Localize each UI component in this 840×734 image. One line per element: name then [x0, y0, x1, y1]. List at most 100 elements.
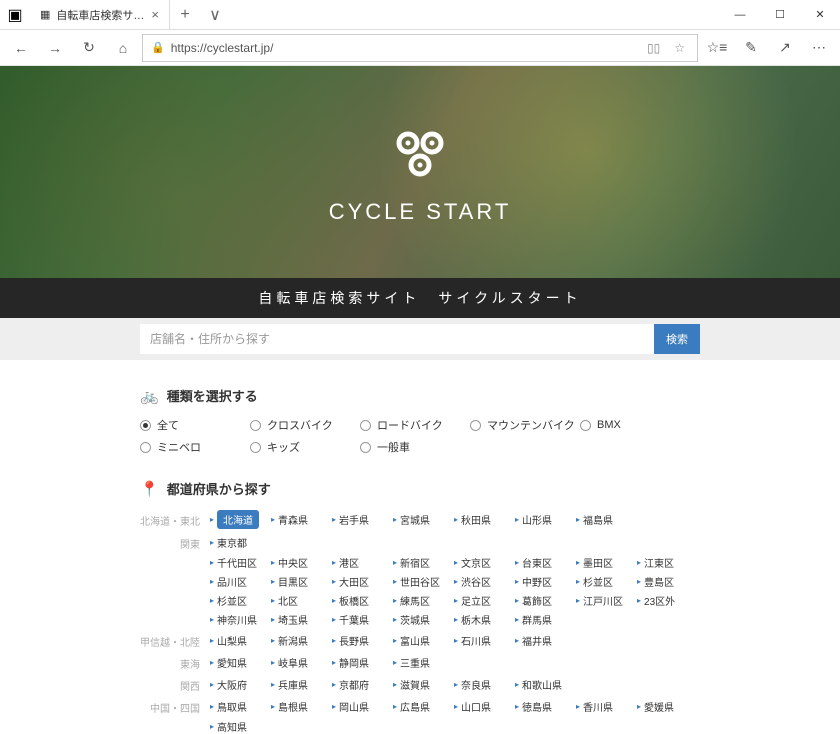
prefecture-link[interactable]: ▸千代田区	[210, 555, 271, 570]
back-button[interactable]: ←	[6, 33, 36, 63]
prefecture-link[interactable]: ▸高知県	[210, 719, 271, 734]
window-close-button[interactable]: ✕	[800, 0, 840, 30]
prefecture-link[interactable]: ▸徳島県	[515, 697, 576, 715]
prefecture-link[interactable]: ▸台東区	[515, 555, 576, 570]
prefecture-link[interactable]: ▸香川県	[576, 697, 637, 715]
prefecture-link[interactable]: ▸山形県	[515, 510, 576, 529]
prefecture-link[interactable]: ▸文京区	[454, 555, 515, 570]
prefecture-link[interactable]: ▸山梨県	[210, 631, 271, 649]
tab-overflow-icon[interactable]: ∨	[200, 5, 230, 25]
prefecture-link[interactable]: ▸葛飾区	[515, 593, 576, 608]
prefecture-link[interactable]: ▸和歌山県	[515, 675, 576, 693]
caret-icon: ▸	[210, 702, 214, 711]
prefecture-link[interactable]: ▸山口県	[454, 697, 515, 715]
prefecture-link[interactable]: ▸品川区	[210, 574, 271, 589]
prefecture-name: 杉並区	[583, 574, 613, 589]
prefecture-link[interactable]: ▸島根県	[271, 697, 332, 715]
browser-tab[interactable]: ▦ 自転車店検索サイト|サイ ×	[30, 0, 170, 30]
prefecture-link[interactable]: ▸石川県	[454, 631, 515, 649]
notes-button[interactable]: ✎	[736, 33, 766, 63]
prefecture-link[interactable]: ▸港区	[332, 555, 393, 570]
prefecture-link[interactable]: ▸愛媛県	[637, 697, 698, 715]
favorites-button[interactable]: ☆≡	[702, 33, 732, 63]
type-option[interactable]: 一般車	[360, 439, 470, 455]
home-button[interactable]: ⌂	[108, 33, 138, 63]
prefecture-link[interactable]: ▸足立区	[454, 593, 515, 608]
forward-button[interactable]: →	[40, 33, 70, 63]
prefecture-link[interactable]: ▸奈良県	[454, 675, 515, 693]
prefecture-link[interactable]: ▸茨城県	[393, 612, 454, 627]
prefecture-link[interactable]: ▸広島県	[393, 697, 454, 715]
prefecture-link[interactable]: ▸千葉県	[332, 612, 393, 627]
prefecture-link[interactable]: ▸江東区	[637, 555, 698, 570]
type-option[interactable]: 全て	[140, 417, 250, 433]
prefecture-link[interactable]: ▸青森県	[271, 510, 332, 529]
prefecture-link[interactable]: ▸世田谷区	[393, 574, 454, 589]
address-bar[interactable]: 🔒 https://cyclestart.jp/ ▯▯ ☆	[142, 34, 698, 62]
prefecture-link[interactable]: ▸埼玉県	[271, 612, 332, 627]
type-option[interactable]: ロードバイク	[360, 417, 470, 433]
prefecture-link[interactable]: ▸秋田県	[454, 510, 515, 529]
prefecture-link[interactable]: ▸三重県	[393, 653, 454, 671]
prefecture-link[interactable]: ▸杉並区	[576, 574, 637, 589]
window-maximize-button[interactable]: ☐	[760, 0, 800, 30]
prefecture-link[interactable]: ▸23区外	[637, 593, 698, 608]
search-input[interactable]	[140, 324, 654, 354]
close-tab-icon[interactable]: ×	[151, 7, 159, 22]
logo-icon	[384, 119, 456, 191]
reading-view-icon[interactable]: ▯▯	[643, 41, 664, 55]
prefecture-link[interactable]: ▸鳥取県	[210, 697, 271, 715]
prefecture-name: 東京都	[217, 535, 247, 550]
prefecture-list: ▸千代田区▸中央区▸港区▸新宿区▸文京区▸台東区▸墨田区▸江東区	[210, 555, 700, 570]
prefecture-link[interactable]: ▸兵庫県	[271, 675, 332, 693]
search-button[interactable]: 検索	[654, 324, 700, 354]
type-option[interactable]: クロスバイク	[250, 417, 360, 433]
prefecture-link[interactable]: ▸富山県	[393, 631, 454, 649]
prefecture-link[interactable]: ▸杉並区	[210, 593, 271, 608]
share-button[interactable]: ↗	[770, 33, 800, 63]
prefecture-list: ▸大阪府▸兵庫県▸京都府▸滋賀県▸奈良県▸和歌山県	[210, 675, 700, 693]
prefecture-link[interactable]: ▸愛知県	[210, 653, 271, 671]
prefecture-link[interactable]: ▸福井県	[515, 631, 576, 649]
prefecture-link[interactable]: ▸大阪府	[210, 675, 271, 693]
prefecture-link[interactable]: ▸板橋区	[332, 593, 393, 608]
region-label: 関西	[140, 675, 210, 693]
prefecture-link[interactable]: ▸宮城県	[393, 510, 454, 529]
prefecture-link[interactable]: ▸岡山県	[332, 697, 393, 715]
type-option[interactable]: マウンテンバイク	[470, 417, 580, 433]
prefecture-link[interactable]: ▸静岡県	[332, 653, 393, 671]
type-option[interactable]: ミニベロ	[140, 439, 250, 455]
more-button[interactable]: ⋯	[804, 33, 834, 63]
window-minimize-button[interactable]: —	[720, 0, 760, 30]
prefecture-link[interactable]: ▸渋谷区	[454, 574, 515, 589]
prefecture-link[interactable]: ▸長野県	[332, 631, 393, 649]
prefecture-link[interactable]: ▸練馬区	[393, 593, 454, 608]
prefecture-link[interactable]: ▸豊島区	[637, 574, 698, 589]
favorite-icon[interactable]: ☆	[670, 41, 689, 55]
refresh-button[interactable]: ↻	[74, 33, 104, 63]
new-tab-button[interactable]: +	[170, 6, 200, 24]
prefecture-link[interactable]: ▸岐阜県	[271, 653, 332, 671]
prefecture-link[interactable]: ▸京都府	[332, 675, 393, 693]
prefecture-link[interactable]: ▸群馬県	[515, 612, 576, 627]
prefecture-link[interactable]: ▸滋賀県	[393, 675, 454, 693]
lock-icon: 🔒	[151, 41, 165, 54]
prefecture-link[interactable]: ▸岩手県	[332, 510, 393, 529]
prefecture-link[interactable]: ▸東京都	[210, 533, 271, 551]
prefecture-link[interactable]: ▸福島県	[576, 510, 637, 529]
prefecture-link[interactable]: ▸栃木県	[454, 612, 515, 627]
prefecture-link[interactable]: ▸墨田区	[576, 555, 637, 570]
tab-group-icon[interactable]: ▣	[0, 5, 30, 25]
prefecture-link[interactable]: ▸神奈川県	[210, 612, 271, 627]
prefecture-link[interactable]: ▸中野区	[515, 574, 576, 589]
prefecture-link[interactable]: ▸江戸川区	[576, 593, 637, 608]
prefecture-link[interactable]: ▸北区	[271, 593, 332, 608]
prefecture-link[interactable]: ▸新潟県	[271, 631, 332, 649]
prefecture-link[interactable]: ▸大田区	[332, 574, 393, 589]
prefecture-link[interactable]: ▸北海道	[210, 510, 271, 529]
prefecture-link[interactable]: ▸目黒区	[271, 574, 332, 589]
type-option[interactable]: BMX	[580, 417, 690, 433]
prefecture-link[interactable]: ▸中央区	[271, 555, 332, 570]
prefecture-link[interactable]: ▸新宿区	[393, 555, 454, 570]
type-option[interactable]: キッズ	[250, 439, 360, 455]
